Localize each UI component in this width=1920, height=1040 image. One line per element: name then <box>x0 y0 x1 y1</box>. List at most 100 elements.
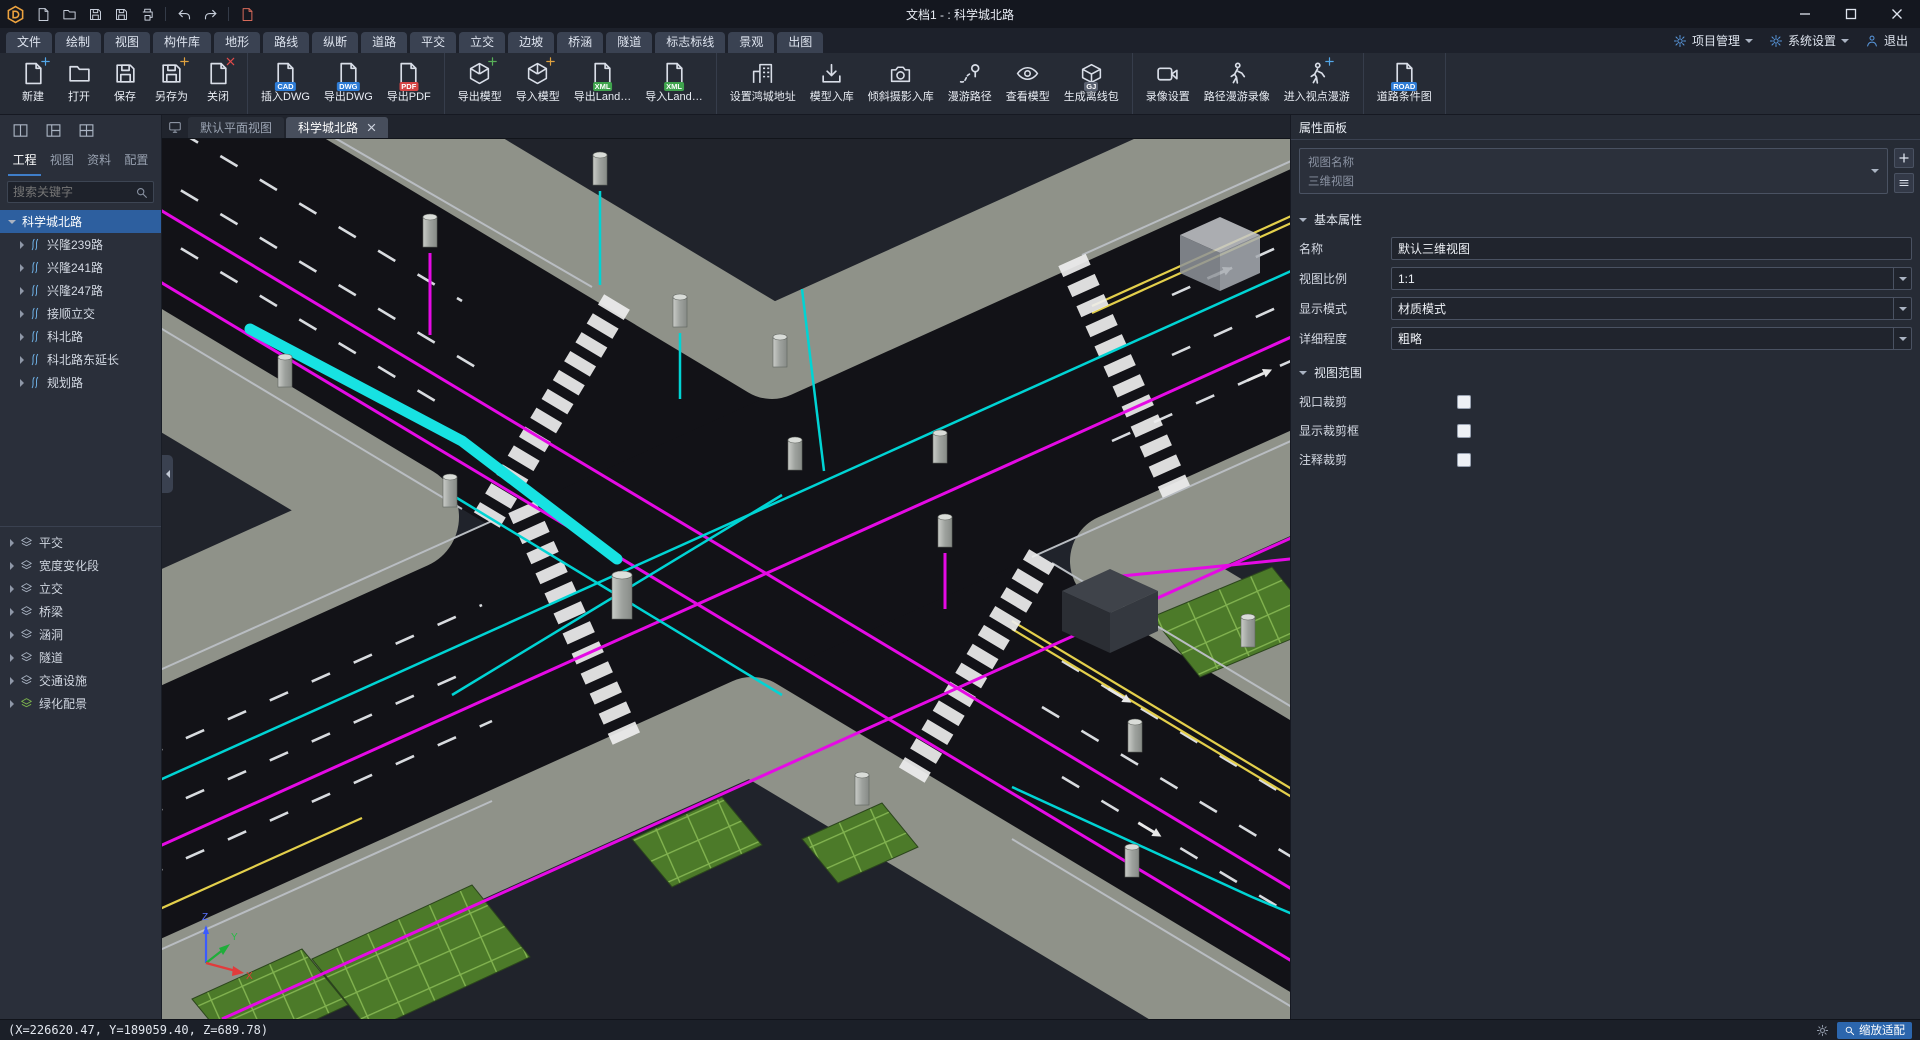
doc-tab-model-view[interactable]: 科学城北路 <box>286 117 388 138</box>
menu-tab-road[interactable]: 道路 <box>361 32 407 53</box>
menu-tab-terrain[interactable]: 地形 <box>214 32 260 53</box>
menu-tab-library[interactable]: 构件库 <box>153 32 211 53</box>
viewport-clip-checkbox[interactable] <box>1457 395 1471 409</box>
ribbon-item-offline-package[interactable]: GJ生成离线包 <box>1057 53 1126 114</box>
view-list-button[interactable] <box>1894 173 1914 193</box>
sidebar-tab-project[interactable]: 工程 <box>8 146 41 176</box>
zoom-fit-button[interactable]: 缩放适配 <box>1837 1022 1912 1039</box>
ribbon-item-roam-path[interactable]: 漫游路径 <box>941 53 999 114</box>
menu-tab-slope[interactable]: 边坡 <box>508 32 554 53</box>
view-name-input[interactable] <box>1391 237 1912 260</box>
menu-tab-output[interactable]: 出图 <box>777 32 823 53</box>
chevron-right-icon <box>10 562 14 570</box>
ribbon-item-open[interactable]: 打开 <box>56 53 102 114</box>
tree-item-road[interactable]: 规划路 <box>0 371 161 394</box>
ribbon-item-export-model[interactable]: 导出模型 <box>451 53 509 114</box>
maximize-button[interactable] <box>1828 0 1874 28</box>
ribbon-item-new[interactable]: 新建 <box>10 53 56 114</box>
tree-item-road[interactable]: 科北路 <box>0 325 161 348</box>
ribbon-item-insert-dwg[interactable]: CAD插入DWG <box>254 53 317 114</box>
close-button[interactable] <box>1874 0 1920 28</box>
minimize-button[interactable] <box>1782 0 1828 28</box>
menu-tab-interchange[interactable]: 立交 <box>459 32 505 53</box>
category-interchange[interactable]: 立交 <box>0 577 161 600</box>
ribbon-item-set-address[interactable]: 设置鸿城地址 <box>723 53 803 114</box>
menu-tab-markings[interactable]: 标志标线 <box>655 32 725 53</box>
sidebar-collapse-handle[interactable] <box>162 455 173 493</box>
chevron-right-icon <box>10 700 14 708</box>
search-input[interactable] <box>13 185 131 199</box>
ribbon-item-save-as[interactable]: 另存为 <box>148 53 195 114</box>
tree-item-road[interactable]: 兴隆247路 <box>0 279 161 302</box>
menu-tab-tunnel[interactable]: 隧道 <box>606 32 652 53</box>
ribbon-item-import-landxml[interactable]: XML导入Land… <box>638 53 709 114</box>
panel-columns-icon[interactable] <box>12 122 29 139</box>
menu-tab-file[interactable]: 文件 <box>6 32 52 53</box>
ribbon-item-export-dwg[interactable]: DWG导出DWG <box>317 53 380 114</box>
add-view-button[interactable] <box>1894 148 1914 168</box>
ribbon-item-import-model[interactable]: 导入模型 <box>509 53 567 114</box>
print-button[interactable] <box>135 3 159 25</box>
category-at-grade[interactable]: 平交 <box>0 531 161 554</box>
menu-tab-view[interactable]: 视图 <box>104 32 150 53</box>
menu-tab-alignment[interactable]: 路线 <box>263 32 309 53</box>
ribbon-item-export-pdf[interactable]: PDF导出PDF <box>380 53 438 114</box>
category-width-transition[interactable]: 宽度变化段 <box>0 554 161 577</box>
category-tunnel[interactable]: 隧道 <box>0 646 161 669</box>
section-basic-properties[interactable]: 基本属性 <box>1291 202 1920 235</box>
close-tab-icon[interactable] <box>367 123 376 132</box>
category-bridge[interactable]: 桥梁 <box>0 600 161 623</box>
status-gear-icon[interactable] <box>1816 1024 1829 1037</box>
viewport-3d-scene[interactable]: Z Y X <box>162 139 1290 1019</box>
sidebar-tab-config[interactable]: 配置 <box>120 146 153 176</box>
view-selector-combo[interactable]: 视图名称 三维视图 <box>1299 148 1888 194</box>
recent-doc-button[interactable] <box>235 3 259 25</box>
section-view-range[interactable]: 视图范围 <box>1291 355 1920 388</box>
ribbon-item-viewpoint-roam[interactable]: 进入视点漫游 <box>1277 53 1357 114</box>
annotation-clip-checkbox[interactable] <box>1457 453 1471 467</box>
open-doc-button[interactable] <box>57 3 81 25</box>
redo-button[interactable] <box>198 3 222 25</box>
panel-grid-icon[interactable] <box>78 122 95 139</box>
menu-tab-bridge-culvert[interactable]: 桥涵 <box>557 32 603 53</box>
show-clip-frame-checkbox[interactable] <box>1457 424 1471 438</box>
ribbon-item-close[interactable]: 关闭 <box>195 53 241 114</box>
tree-item-road[interactable]: 兴隆239路 <box>0 233 161 256</box>
ribbon-item-path-roam-record[interactable]: 路径漫游录像 <box>1197 53 1277 114</box>
save-all-button[interactable] <box>109 3 133 25</box>
ribbon-item-oblique-photo-upload[interactable]: 倾斜摄影入库 <box>861 53 941 114</box>
ribbon-item-record-settings[interactable]: 录像设置 <box>1139 53 1197 114</box>
doc-tab-plan-view[interactable]: 默认平面视图 <box>188 117 284 138</box>
viewport-layout-icon[interactable] <box>162 120 188 138</box>
tree-item-road[interactable]: 科北路东延长 <box>0 348 161 371</box>
sidebar-tab-view[interactable]: 视图 <box>45 146 78 176</box>
tree-item-road[interactable]: 兴隆241路 <box>0 256 161 279</box>
menu-tab-profile[interactable]: 纵断 <box>312 32 358 53</box>
undo-button[interactable] <box>172 3 196 25</box>
tree-item-road[interactable]: 接顺立交 <box>0 302 161 325</box>
category-culvert[interactable]: 涵洞 <box>0 623 161 646</box>
save-button[interactable] <box>83 3 107 25</box>
sidebar-tab-data[interactable]: 资料 <box>83 146 116 176</box>
system-settings-menu[interactable]: 系统设置 <box>1769 32 1849 49</box>
ribbon-item-model-upload[interactable]: 模型入库 <box>803 53 861 114</box>
ribbon-item-road-condition-drawing[interactable]: ROAD道路条件图 <box>1370 53 1439 114</box>
layers-icon <box>20 559 33 572</box>
category-greening[interactable]: 绿化配景 <box>0 692 161 715</box>
project-manage-menu[interactable]: 项目管理 <box>1673 32 1753 49</box>
ribbon-item-save[interactable]: 保存 <box>102 53 148 114</box>
tree-root-item[interactable]: 科学城北路 <box>0 210 161 233</box>
viewport-3d[interactable]: Z Y X <box>162 139 1290 1019</box>
new-doc-button[interactable] <box>31 3 55 25</box>
view-scale-select[interactable]: 1:1 <box>1391 267 1912 290</box>
category-traffic-facility[interactable]: 交通设施 <box>0 669 161 692</box>
display-mode-select[interactable]: 材质模式 <box>1391 297 1912 320</box>
menu-tab-landscape[interactable]: 景观 <box>728 32 774 53</box>
menu-tab-at-grade[interactable]: 平交 <box>410 32 456 53</box>
detail-level-select[interactable]: 粗略 <box>1391 327 1912 350</box>
menu-tab-draw[interactable]: 绘制 <box>55 32 101 53</box>
exit-menu[interactable]: 退出 <box>1865 32 1908 49</box>
panel-layout-icon[interactable] <box>45 122 62 139</box>
ribbon-item-view-model[interactable]: 查看模型 <box>999 53 1057 114</box>
ribbon-item-export-landxml[interactable]: XML导出Land… <box>567 53 638 114</box>
